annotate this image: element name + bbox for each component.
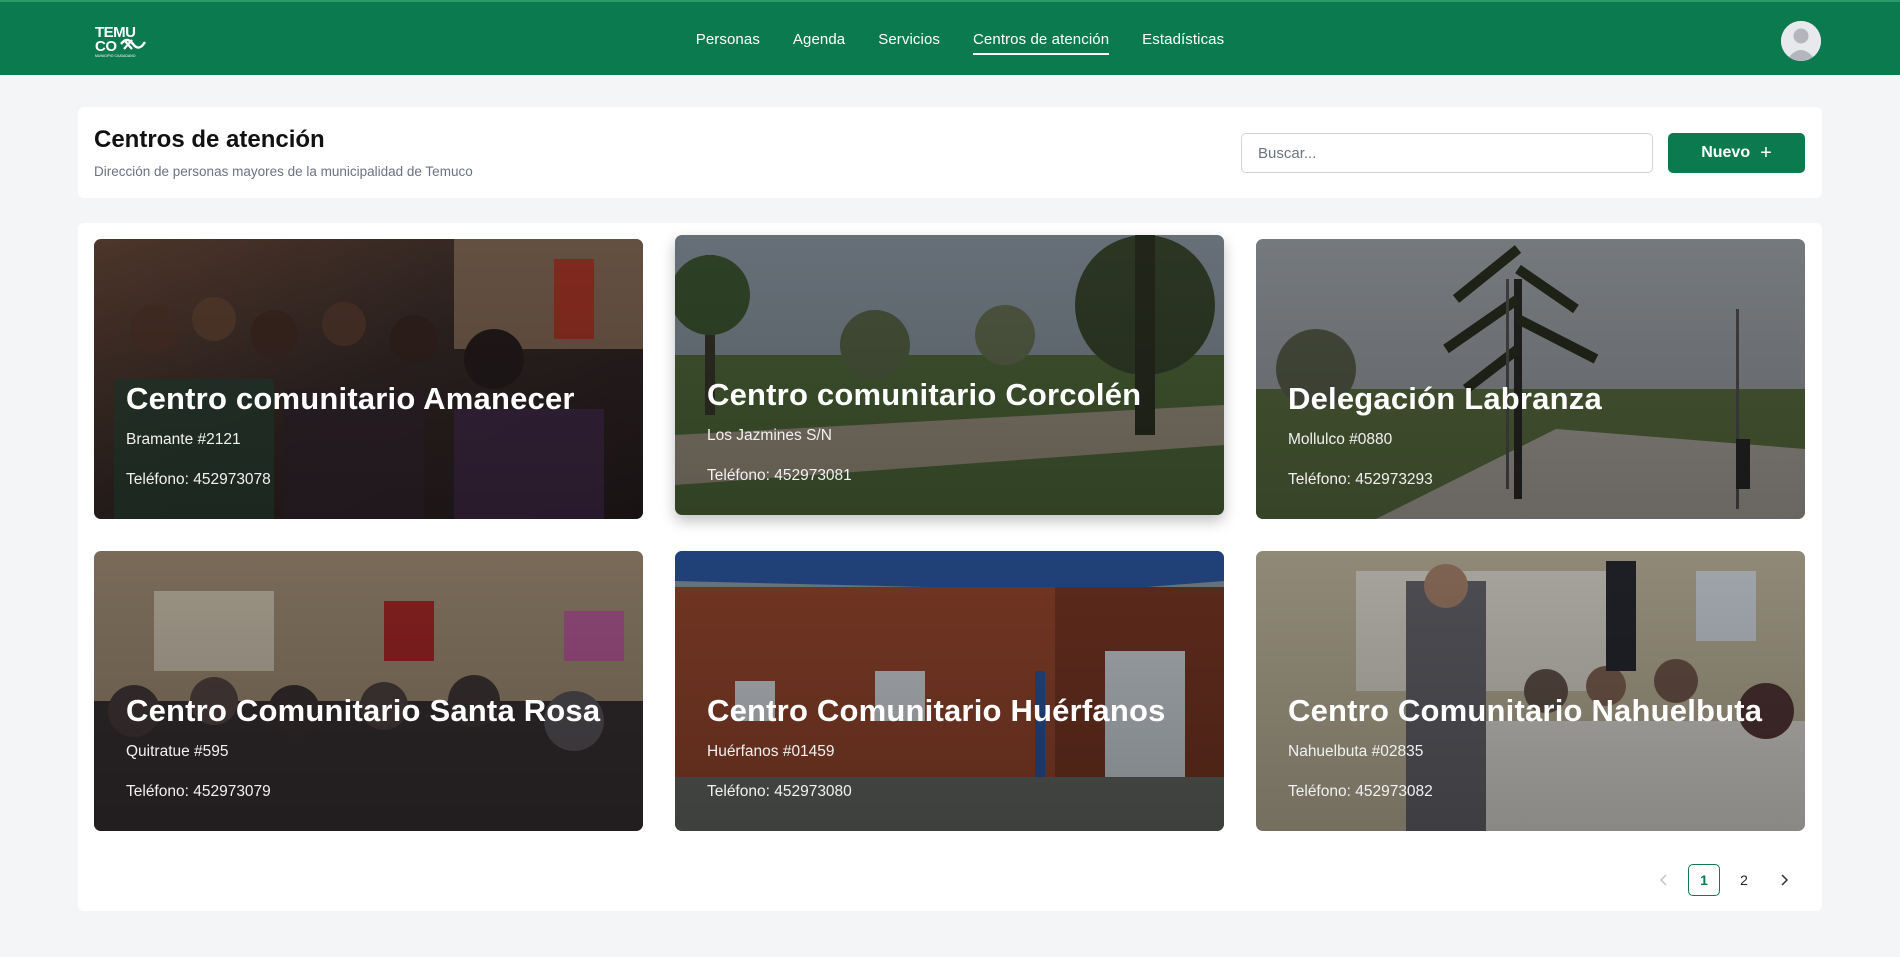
nav-link-centros-de-atencion[interactable]: Centros de atención: [973, 23, 1110, 56]
center-address: Huérfanos #01459: [707, 743, 835, 760]
main-nav: Personas Agenda Servicios Centros de ate…: [0, 2, 1900, 77]
center-phone: Teléfono: 452973080: [707, 783, 852, 800]
center-address: Mollulco #0880: [1288, 431, 1393, 448]
center-name: Centro Comunitario Nahuelbuta: [1288, 693, 1763, 728]
page-title: Centros de atención: [94, 126, 325, 153]
page-subtitle: Dirección de personas mayores de la muni…: [94, 164, 473, 179]
center-name: Centro Comunitario Huérfanos: [707, 693, 1166, 728]
center-name: Centro comunitario Corcolén: [707, 377, 1142, 412]
nav-link-personas[interactable]: Personas: [696, 23, 760, 56]
center-card[interactable]: Centro comunitario Amanecer Bramante #21…: [94, 239, 643, 519]
center-card[interactable]: Centro Comunitario Huérfanos Huérfanos #…: [675, 551, 1224, 831]
nav-link-estadisticas[interactable]: Estadísticas: [1142, 23, 1224, 56]
user-silhouette-icon: [1781, 21, 1821, 61]
new-button-label: Nuevo: [1701, 144, 1751, 161]
center-name: Centro comunitario Amanecer: [126, 381, 575, 416]
center-phone: Teléfono: 452973082: [1288, 783, 1433, 800]
centers-grid: Centro comunitario Amanecer Bramante #21…: [78, 223, 1822, 911]
plus-icon: +: [1760, 142, 1772, 164]
center-phone: Teléfono: 452973293: [1288, 471, 1433, 488]
nav-link-agenda[interactable]: Agenda: [793, 23, 845, 56]
center-phone: Teléfono: 452973079: [126, 783, 271, 800]
page-button-1[interactable]: 1: [1688, 864, 1720, 896]
center-phone: Teléfono: 452973078: [126, 471, 271, 488]
center-address: Los Jazmines S/N: [707, 427, 832, 444]
top-navbar: TEMU CO MUNICIPIO CIUDADANO Personas Age…: [0, 0, 1900, 75]
chevron-right-icon[interactable]: [1768, 864, 1800, 896]
center-card[interactable]: Centro Comunitario Santa Rosa Quitratue …: [94, 551, 643, 831]
next-page-arrow: [1781, 874, 1789, 886]
center-name: Centro Comunitario Santa Rosa: [126, 693, 601, 728]
prev-page-arrow: [1659, 874, 1667, 886]
page-button-2[interactable]: 2: [1728, 864, 1760, 896]
nav-link-servicios[interactable]: Servicios: [878, 23, 940, 56]
center-phone: Teléfono: 452973081: [707, 467, 852, 484]
center-address: Bramante #2121: [126, 431, 241, 448]
search-input[interactable]: [1241, 133, 1653, 173]
page-header: Centros de atención Dirección de persona…: [78, 107, 1822, 198]
chevron-left-icon[interactable]: [1648, 864, 1680, 896]
new-center-button[interactable]: Nuevo +: [1668, 133, 1805, 173]
center-card[interactable]: Centro Comunitario Nahuelbuta Nahuelbuta…: [1256, 551, 1805, 831]
user-avatar-icon[interactable]: [1781, 21, 1821, 61]
center-card[interactable]: Delegación Labranza Mollulco #0880 Teléf…: [1256, 239, 1805, 519]
center-address: Nahuelbuta #02835: [1288, 743, 1424, 760]
center-address: Quitratue #595: [126, 743, 229, 760]
pagination: 1 2: [1648, 864, 1800, 896]
center-name: Delegación Labranza: [1288, 381, 1602, 416]
center-card[interactable]: Centro comunitario Corcolén Los Jazmines…: [675, 235, 1224, 515]
